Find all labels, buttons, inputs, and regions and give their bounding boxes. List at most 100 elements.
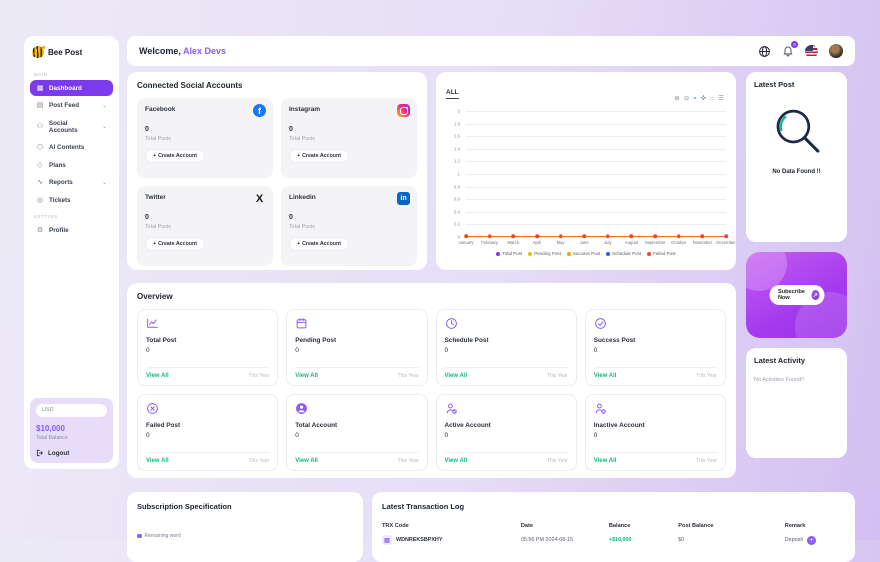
- view-all-link[interactable]: View All: [594, 373, 617, 379]
- social-name: Linkedin: [289, 194, 409, 201]
- home-icon[interactable]: ⌂: [710, 96, 714, 103]
- sidebar-item-ai-contents[interactable]: ⬡AI Contents: [30, 140, 113, 156]
- stat-value: 0: [146, 347, 269, 354]
- sidebar-item-profile[interactable]: ⚙Profile: [30, 222, 113, 238]
- selection-zoom-icon[interactable]: ⌕: [693, 96, 697, 103]
- zoom-in-icon[interactable]: ⊕: [674, 96, 679, 103]
- social-total-posts-value: 0: [145, 126, 265, 133]
- sidebar-item-reports[interactable]: ∿Reports⌄: [30, 175, 113, 191]
- data-point-marker[interactable]: [535, 235, 539, 239]
- menu-icon[interactable]: ☰: [718, 96, 724, 103]
- legend-item-pending-post[interactable]: Pending Post: [528, 251, 561, 256]
- reports-icon: ∿: [36, 179, 44, 186]
- user-name: Alex Devs: [183, 46, 226, 56]
- chart-tab-all[interactable]: ALL: [446, 89, 459, 99]
- view-all-link[interactable]: View All: [146, 458, 169, 464]
- data-point-marker[interactable]: [606, 235, 610, 239]
- legend-item-failed-post[interactable]: Failed Post: [647, 251, 676, 256]
- globe-icon[interactable]: [758, 45, 771, 58]
- subscription-spec-title: Subscription Specification: [137, 502, 353, 511]
- legend-label: Total Post: [502, 251, 522, 256]
- stat-period: This Year: [398, 458, 419, 464]
- social-total-posts-label: Total Posts: [145, 224, 265, 230]
- data-point-marker[interactable]: [559, 235, 563, 239]
- y-tick-label: 2: [458, 109, 460, 114]
- data-point-marker[interactable]: [677, 235, 681, 239]
- create-account-button[interactable]: +Create Account: [289, 149, 349, 163]
- user-check-icon: [445, 402, 458, 415]
- gridline: [466, 199, 726, 200]
- us-flag-icon[interactable]: [805, 45, 818, 58]
- stat-period: This Year: [248, 458, 269, 464]
- x-tick-label: November: [693, 240, 712, 245]
- legend-item-schedule-post[interactable]: Schedule Post: [606, 251, 641, 256]
- legend-dot: [496, 252, 500, 256]
- create-account-button[interactable]: +Create Account: [145, 237, 205, 251]
- instagram-icon: [397, 104, 410, 117]
- posts-chart-card: ALL ⊕⊖⌕✜⌂☰ 21.81.61.41.210.80.60.40.20 J…: [436, 72, 736, 270]
- data-point-marker[interactable]: [653, 235, 657, 239]
- x-tick-label: April: [533, 240, 541, 245]
- sidebar-item-tickets[interactable]: ◎Tickets: [30, 192, 113, 208]
- currency-select[interactable]: USD: [36, 404, 107, 417]
- connected-social-accounts-card: Connected Social Accounts Facebookf0Tota…: [127, 72, 427, 270]
- view-all-link[interactable]: View All: [146, 373, 169, 379]
- data-point-marker[interactable]: [701, 235, 705, 239]
- legend-item-success-post[interactable]: Success Post: [567, 251, 600, 256]
- view-all-link[interactable]: View All: [295, 458, 318, 464]
- overview-grid: Total Post0View AllThis YearPending Post…: [137, 309, 726, 471]
- create-account-button[interactable]: +Create Account: [289, 237, 349, 251]
- subscribe-button[interactable]: Subscribe Now ↗: [769, 285, 824, 305]
- user-circle-icon: [295, 402, 308, 415]
- stat-value: 0: [146, 432, 269, 439]
- latest-post-card: Latest Post No Data Found !!: [746, 72, 847, 242]
- create-account-label: Create Account: [158, 153, 197, 159]
- balance-card: USD $10,000 Total Balance Logout: [30, 398, 113, 463]
- data-point-marker[interactable]: [630, 235, 634, 239]
- trend-icon: [146, 317, 159, 330]
- sidebar-item-social-accounts[interactable]: ⚇Social Accounts⌄: [30, 115, 113, 138]
- stat-period: This Year: [547, 458, 568, 464]
- view-all-link[interactable]: View All: [594, 458, 617, 464]
- view-all-link[interactable]: View All: [445, 458, 468, 464]
- data-point-marker[interactable]: [511, 235, 515, 239]
- stat-period: This Year: [696, 458, 717, 464]
- data-point-marker[interactable]: [724, 235, 728, 239]
- zoom-out-icon[interactable]: ⊖: [684, 96, 689, 103]
- receipt-icon: ▤: [382, 535, 392, 545]
- plus-icon: +: [297, 153, 300, 159]
- gridline: [466, 224, 726, 225]
- sidebar-item-post-feed[interactable]: ▤Post Feed⌄: [30, 98, 113, 114]
- create-account-button[interactable]: +Create Account: [145, 149, 205, 163]
- legend-dot: [647, 252, 651, 256]
- view-all-link[interactable]: View All: [295, 373, 318, 379]
- logout-icon: [36, 449, 44, 457]
- expand-row-button[interactable]: +: [807, 536, 816, 545]
- sidebar-item-label: Dashboard: [49, 85, 82, 92]
- transaction-log-title: Latest Transaction Log: [382, 502, 845, 511]
- data-point-marker[interactable]: [464, 235, 468, 239]
- view-all-link[interactable]: View All: [445, 373, 468, 379]
- bell-icon[interactable]: 0: [782, 45, 794, 57]
- latest-activity-title: Latest Activity: [754, 356, 839, 365]
- chart-toolbar: ⊕ ⊖ ⌕ ✜ ⌂ ☰: [674, 96, 724, 103]
- magnifier-icon: [768, 103, 826, 161]
- panning-icon[interactable]: ✜: [701, 96, 706, 103]
- legend-item-total-post[interactable]: Total Post: [496, 251, 522, 256]
- clock-icon: [445, 317, 458, 330]
- social-card-twitter: TwitterX0Total Posts+Create Account: [137, 186, 273, 266]
- logout-button[interactable]: Logout: [36, 449, 107, 457]
- sidebar-item-plans[interactable]: ◇Plans: [30, 157, 113, 173]
- social-name: Facebook: [145, 106, 265, 113]
- stat-value: 0: [295, 432, 418, 439]
- data-point-marker[interactable]: [488, 235, 492, 239]
- subscription-specification-card: Subscription Specification Remaining wor…: [127, 492, 363, 562]
- bee-logo-dot: [42, 46, 45, 49]
- data-point-marker[interactable]: [582, 235, 586, 239]
- check-circle-icon: [594, 317, 607, 330]
- stat-name: Success Post: [594, 337, 717, 344]
- overview-title: Overview: [137, 292, 726, 301]
- sidebar-item-dashboard[interactable]: ▦Dashboard: [30, 80, 113, 96]
- avatar[interactable]: [829, 44, 843, 58]
- social-name: Instagram: [289, 106, 409, 113]
